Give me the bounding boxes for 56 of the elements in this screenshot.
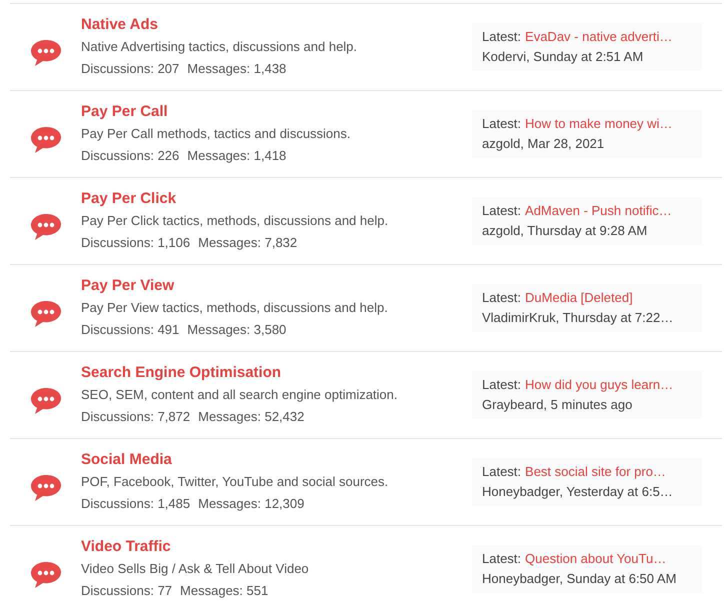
forum-title[interactable]: Pay Per Call <box>81 101 168 123</box>
latest-label: Latest: <box>482 28 522 46</box>
speech-bubble-icon <box>30 213 62 241</box>
discussions-count: Discussions: 207 <box>81 60 180 78</box>
speech-bubble-icon <box>30 561 62 589</box>
forum-title[interactable]: Search Engine Optimisation <box>81 362 282 384</box>
latest-label: Latest: <box>482 289 522 307</box>
latest-thread-link[interactable]: DuMedia [Deleted] <box>525 288 633 308</box>
discussions-count: Discussions: 7,872 <box>81 408 190 426</box>
forum-title[interactable]: Pay Per Click <box>81 188 176 210</box>
latest-post-meta: Graybeard, 5 minutes ago <box>482 396 634 414</box>
forum-description: Pay Per View tactics, methods, discussions and help. <box>81 299 389 317</box>
discussions-count: Discussions: 226 <box>81 147 180 165</box>
latest-thread-link[interactable]: Best social site for pro… <box>525 462 666 482</box>
forum-title[interactable]: Native Ads <box>81 14 158 36</box>
discussions-count: Discussions: 1,106 <box>81 234 190 252</box>
latest-post-meta: azgold, Mar 28, 2021 <box>482 135 606 153</box>
messages-count: Messages: 1,438 <box>187 60 286 78</box>
forum-description: Pay Per Click tactics, methods, discussions and help. <box>81 212 390 230</box>
latest-label: Latest: <box>482 550 522 568</box>
latest-thread-link[interactable]: Question about YouTu… <box>525 549 666 569</box>
discussions-count: Discussions: 1,485 <box>81 495 190 513</box>
latest-thread-link[interactable]: How to make money wi… <box>525 114 672 134</box>
latest-label: Latest: <box>482 376 522 394</box>
latest-thread-link[interactable]: EvaDav - native adverti… <box>525 27 672 47</box>
messages-count: Messages: 1,418 <box>187 147 286 165</box>
latest-thread-link[interactable]: AdMaven - Push notific… <box>525 201 672 221</box>
latest-label: Latest: <box>482 463 522 481</box>
latest-post-meta: Honeybadger, Sunday at 6:50 AM <box>482 570 678 588</box>
latest-label: Latest: <box>482 202 522 220</box>
speech-bubble-icon <box>30 126 62 154</box>
latest-thread-link[interactable]: How did you guys learn… <box>525 375 674 395</box>
forum-description: POF, Facebook, Twitter, YouTube and social sources. <box>81 473 390 491</box>
latest-post-meta: Honeybadger, Yesterday at 6:5… <box>482 483 674 501</box>
messages-count: Messages: 3,580 <box>187 321 286 339</box>
discussions-count: Discussions: 491 <box>81 321 180 339</box>
forum-title[interactable]: Video Traffic <box>81 536 171 558</box>
forum-title[interactable]: Social Media <box>81 449 172 471</box>
speech-bubble-icon <box>30 39 62 67</box>
forum-description: Pay Per Call methods, tactics and discussions. <box>81 125 352 143</box>
messages-count: Messages: 12,309 <box>198 495 304 513</box>
speech-bubble-icon <box>30 300 62 328</box>
latest-post-meta: azgold, Thursday at 9:28 AM <box>482 222 648 240</box>
forum-description: Video Sells Big / Ask & Tell About Video <box>81 560 310 578</box>
messages-count: Messages: 551 <box>180 582 268 600</box>
forum-description: Native Advertising tactics, discussions and help. <box>81 38 358 56</box>
discussions-count: Discussions: 77 <box>81 582 172 600</box>
latest-post-meta: Kodervi, Sunday at 2:51 AM <box>482 48 644 66</box>
forum-title[interactable]: Pay Per View <box>81 275 174 297</box>
messages-count: Messages: 52,432 <box>198 408 304 426</box>
messages-count: Messages: 7,832 <box>198 234 298 252</box>
speech-bubble-icon <box>30 387 62 415</box>
latest-label: Latest: <box>482 115 522 133</box>
speech-bubble-icon <box>30 474 62 502</box>
forum-description: SEO, SEM, content and all search engine optimization. <box>81 386 399 404</box>
latest-post-meta: VladimirKruk, Thursday at 7:22… <box>482 309 674 327</box>
